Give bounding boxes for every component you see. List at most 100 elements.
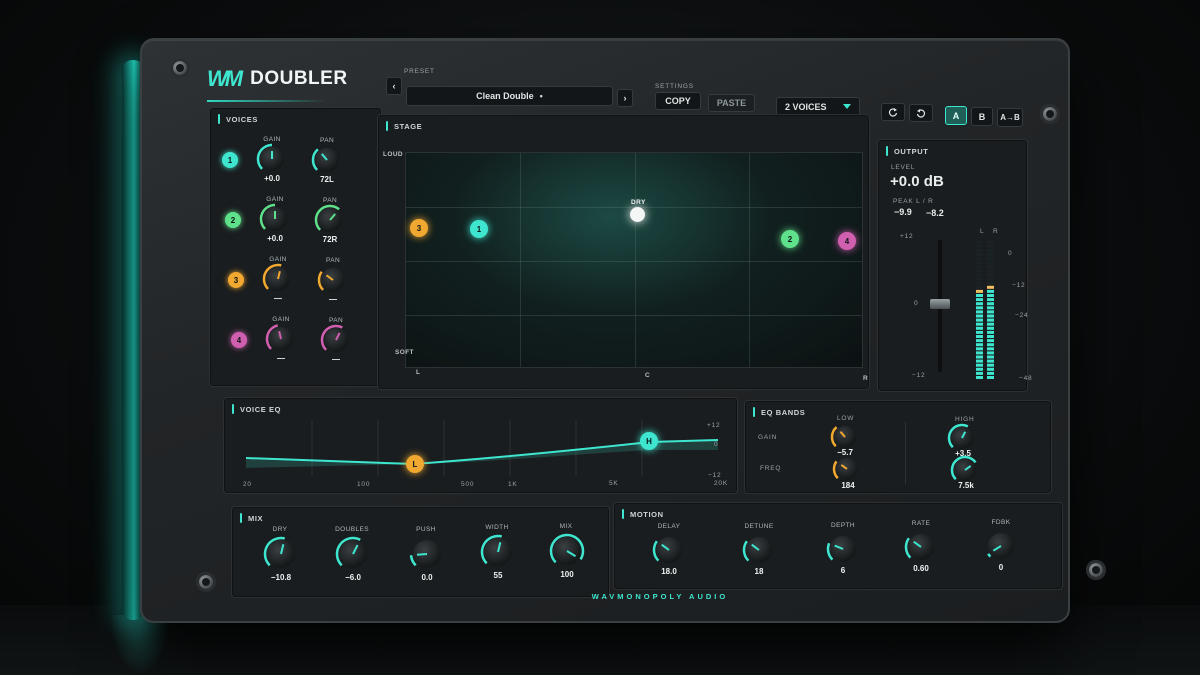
- stage-title: STAGE: [386, 121, 422, 131]
- voice-4-badge[interactable]: 4: [231, 332, 247, 348]
- paste-button[interactable]: PASTE: [708, 94, 755, 112]
- logo-mark: WM: [207, 66, 243, 91]
- voice-1-pan-knob[interactable]: [311, 148, 339, 172]
- eq-high-gain-knob[interactable]: [947, 423, 973, 449]
- voice-2-badge[interactable]: 2: [225, 212, 241, 228]
- meter-segment: [976, 265, 983, 269]
- eq-low-freq-knob[interactable]: [832, 458, 858, 480]
- undo-icon: [888, 108, 898, 117]
- motion-delay-knob[interactable]: [652, 537, 682, 563]
- stage-y-top-label: LOUD: [383, 151, 404, 158]
- stage-voice-2-handle[interactable]: 2: [781, 230, 799, 248]
- voice-3-badge[interactable]: 3: [228, 272, 244, 288]
- meter-segment: [976, 257, 983, 261]
- meter-scale-12: −12: [1012, 282, 1026, 289]
- meter-segment: [976, 326, 983, 330]
- meter-segment: [987, 265, 994, 269]
- motion-title: MOTION: [622, 509, 664, 519]
- preset-label: PRESET: [404, 68, 435, 75]
- ab-copy-a-to-b-button[interactable]: A→B: [997, 108, 1023, 127]
- voice-1-gain-knob[interactable]: [256, 143, 284, 171]
- motion-detune-knob[interactable]: [742, 537, 772, 563]
- voice-gain-label: GAIN: [272, 316, 290, 323]
- stage-dry-handle[interactable]: [630, 207, 645, 222]
- meter-segment: [976, 310, 983, 314]
- meter-segment: [987, 314, 994, 318]
- motion-knob-label: DETUNE: [744, 523, 774, 530]
- stage-voice-1-handle[interactable]: 1: [470, 220, 488, 238]
- eq-bands-divider: [905, 422, 906, 484]
- stage-voice-4-handle[interactable]: 4: [838, 232, 856, 250]
- eq-x-tick: 20k: [714, 480, 728, 487]
- stage-canvas[interactable]: [405, 152, 863, 368]
- preset-next-button[interactable]: ›: [617, 89, 633, 107]
- undo-button[interactable]: [881, 103, 905, 121]
- eq-low-gain-knob[interactable]: [830, 426, 856, 448]
- meter-segment: [987, 273, 994, 277]
- voice-2-pan-value: 72R: [322, 235, 338, 244]
- voice-3-pan-knob[interactable]: [317, 268, 345, 292]
- meter-segment: [976, 347, 983, 351]
- meter-segment: [987, 289, 994, 293]
- voice-4-pan-knob[interactable]: [320, 324, 348, 352]
- meter-segment: [987, 261, 994, 265]
- motion-depth-knob[interactable]: [826, 536, 856, 562]
- meter-segment: [987, 253, 994, 256]
- output-level-value: +0.0 dB: [890, 173, 944, 190]
- ab-slot-b-button[interactable]: B: [971, 107, 993, 126]
- meter-segment: [976, 343, 983, 347]
- voice-pan-label: PAN: [322, 197, 338, 204]
- redo-button[interactable]: [909, 104, 933, 122]
- mix-doubles-knob[interactable]: [335, 536, 367, 568]
- eq-low-header: LOW: [837, 415, 855, 422]
- meter-segment: [987, 277, 994, 281]
- voice-4-gain-knob[interactable]: [265, 324, 293, 351]
- stage-voice-3-handle[interactable]: 3: [410, 219, 428, 237]
- mix-mix-knob[interactable]: [549, 533, 585, 565]
- voice-1-badge[interactable]: 1: [222, 152, 238, 168]
- eq-low-node[interactable]: L: [406, 455, 424, 473]
- motion-fdbk-knob[interactable]: [987, 533, 1014, 559]
- voice-4-pan-value: —: [332, 355, 340, 364]
- voices-title: VOICES: [218, 114, 258, 124]
- mix-push-knob[interactable]: [409, 540, 441, 568]
- mix-dry-knob[interactable]: [263, 536, 295, 568]
- voice-gain-label: GAIN: [263, 136, 281, 143]
- ab-slot-a-button[interactable]: A: [945, 106, 967, 125]
- eq-gain-row-label: GAIN: [758, 434, 778, 441]
- grid-line: [406, 261, 862, 262]
- mix-knob-label: WIDTH: [485, 524, 509, 531]
- motion-knob-value: 18: [754, 567, 764, 576]
- meter-segment: [976, 248, 983, 252]
- motion-rate-knob[interactable]: [904, 534, 934, 560]
- meter-segment: [976, 359, 983, 363]
- voice-3-gain-knob[interactable]: [262, 263, 290, 291]
- output-fader-handle[interactable]: [930, 299, 950, 309]
- meter-segment: [987, 371, 994, 375]
- copy-button[interactable]: COPY: [655, 92, 701, 110]
- eq-x-tick: 20: [243, 481, 252, 488]
- motion-knob-label: DEPTH: [830, 522, 856, 529]
- stage-x-center-label: C: [645, 372, 651, 379]
- meter-segment: [987, 298, 994, 302]
- grid-line: [749, 153, 750, 367]
- eq-high-freq-knob[interactable]: [950, 455, 977, 481]
- meter-segment: [987, 285, 994, 289]
- settings-label: SETTINGS: [655, 83, 694, 90]
- voice-2-gain-knob[interactable]: [259, 203, 287, 231]
- preset-name-display[interactable]: Clean Double •: [406, 86, 613, 106]
- voice-2-pan-knob[interactable]: [314, 204, 342, 232]
- output-title: OUTPUT: [886, 146, 928, 156]
- preset-prev-button[interactable]: ‹: [386, 77, 402, 95]
- motion-knob-value: 18.0: [661, 567, 677, 576]
- mix-width-knob[interactable]: [480, 534, 512, 566]
- meter-segment: [987, 281, 994, 285]
- meter-segment: [976, 367, 983, 371]
- eq-high-node[interactable]: H: [640, 432, 658, 450]
- voice-pan-label: PAN: [325, 257, 341, 264]
- eq-x-tick: 1k: [508, 481, 518, 488]
- meter-segment: [976, 285, 983, 289]
- chevron-down-icon: [843, 104, 851, 109]
- mix-knob-label: MIX: [559, 523, 573, 530]
- meter-segment: [987, 302, 994, 306]
